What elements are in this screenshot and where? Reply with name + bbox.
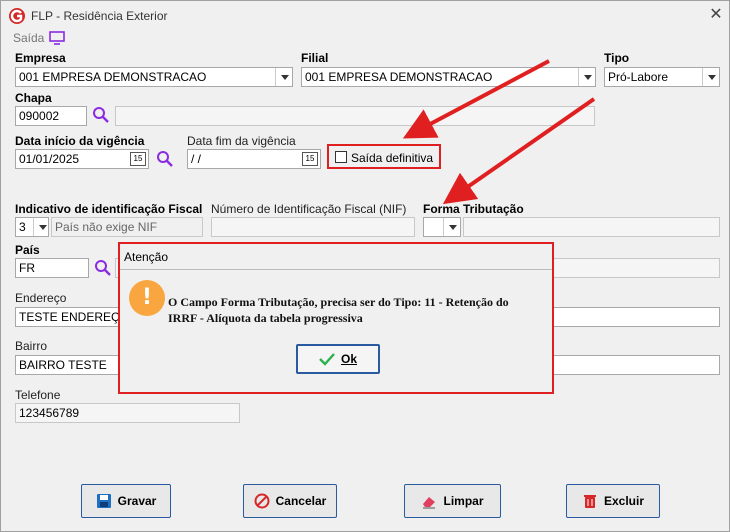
forma-tributacao-select[interactable] xyxy=(423,217,461,237)
search-icon[interactable] xyxy=(156,150,174,168)
tipo-label: Tipo xyxy=(604,51,630,65)
window-title: FLP - Residência Exterior xyxy=(31,9,168,23)
chevron-down-icon[interactable] xyxy=(33,218,48,236)
data-inicio-input[interactable]: 01/01/2025 15 xyxy=(15,149,149,169)
gravar-label: Gravar xyxy=(117,494,157,508)
filial-select[interactable]: 001 EMPRESA DEMONSTRACAO xyxy=(301,67,596,87)
chevron-down-icon[interactable] xyxy=(275,68,292,86)
excluir-button[interactable]: Excluir xyxy=(566,484,660,518)
calendar-icon[interactable]: 15 xyxy=(130,152,146,166)
chevron-down-icon[interactable] xyxy=(578,68,595,86)
saida-menu-label[interactable]: Saída xyxy=(13,31,44,45)
saida-definitiva-checkbox[interactable] xyxy=(335,151,347,163)
data-inicio-label: Data início da vigência xyxy=(15,134,145,148)
chapa-value: 090002 xyxy=(19,109,60,123)
data-inicio-value: 01/01/2025 xyxy=(19,152,80,166)
limpar-button[interactable]: Limpar xyxy=(404,484,501,518)
dialog-message: O Campo Forma Tributação, precisa ser do… xyxy=(168,295,509,325)
saida-definitiva-label: Saída definitiva xyxy=(351,151,434,165)
main-window: FLP - Residência Exterior ✕ Saída Empres… xyxy=(0,0,730,532)
tipo-value: Pró-Labore xyxy=(608,70,669,84)
chevron-down-icon[interactable] xyxy=(443,218,460,236)
endereco-label: Endereço xyxy=(15,291,67,305)
app-logo-icon xyxy=(9,8,25,24)
indicativo-label: Indicativo de identificação Fiscal xyxy=(15,202,203,216)
chapa-input[interactable]: 090002 xyxy=(15,106,87,126)
cancel-icon xyxy=(254,493,270,509)
cancelar-button[interactable]: Cancelar xyxy=(243,484,337,518)
ok-label: Ok xyxy=(340,352,357,366)
close-icon[interactable]: ✕ xyxy=(707,6,725,24)
empresa-value: 001 EMPRESA DEMONSTRACAO xyxy=(19,70,207,84)
dialog-title: Atenção xyxy=(124,250,169,264)
eraser-icon xyxy=(423,497,436,509)
endereco-value: TESTE ENDEREÇO xyxy=(19,310,130,324)
search-icon[interactable] xyxy=(94,259,112,277)
empresa-select[interactable]: 001 EMPRESA DEMONSTRACAO xyxy=(15,67,293,87)
floppy-disk-icon xyxy=(96,494,111,508)
data-fim-label: Data fim da vigência xyxy=(187,134,296,148)
telefone-label: Telefone xyxy=(15,388,61,402)
data-fim-input[interactable]: / / 15 xyxy=(187,149,321,169)
attention-dialog: Atenção ! O Campo Forma Tributação, prec… xyxy=(118,242,554,394)
calendar-icon[interactable]: 15 xyxy=(302,152,318,166)
dialog-title-bar: Atenção xyxy=(120,244,552,270)
empresa-label: Empresa xyxy=(15,51,66,65)
tipo-select[interactable]: Pró-Labore xyxy=(604,67,720,87)
warning-icon: ! xyxy=(129,280,165,316)
limpar-label: Limpar xyxy=(443,494,484,508)
pais-value: FR xyxy=(19,261,35,275)
forma-tributacao-desc xyxy=(463,217,720,237)
indicativo-select[interactable]: 3 xyxy=(15,217,49,237)
pais-label: País xyxy=(15,243,40,257)
bairro-label: Bairro xyxy=(15,339,48,353)
indicativo-desc-value: País não exige NIF xyxy=(55,220,158,234)
monitor-icon[interactable] xyxy=(49,31,65,45)
indicativo-code: 3 xyxy=(19,220,26,234)
pais-input[interactable]: FR xyxy=(15,258,89,278)
search-icon[interactable] xyxy=(92,106,110,124)
telefone-input[interactable]: 123456789 xyxy=(15,403,240,423)
ok-button[interactable]: Ok xyxy=(296,344,380,374)
telefone-value: 123456789 xyxy=(19,406,80,420)
data-fim-value: / / xyxy=(191,152,202,166)
cancelar-label: Cancelar xyxy=(275,494,327,508)
forma-tributacao-label: Forma Tributação xyxy=(423,202,524,216)
chapa-name-field xyxy=(115,106,595,126)
indicativo-desc: País não exige NIF xyxy=(51,217,203,237)
nif-input[interactable] xyxy=(211,217,415,237)
chapa-label: Chapa xyxy=(15,91,52,105)
trash-icon xyxy=(583,495,596,508)
checkmark-icon xyxy=(319,353,335,366)
excluir-label: Excluir xyxy=(603,494,645,508)
filial-label: Filial xyxy=(301,51,329,65)
chevron-down-icon[interactable] xyxy=(702,68,719,86)
filial-value: 001 EMPRESA DEMONSTRACAO xyxy=(305,70,493,84)
bairro-value: BAIRRO TESTE xyxy=(19,358,107,372)
gravar-button[interactable]: Gravar xyxy=(81,484,171,518)
title-bar: FLP - Residência Exterior ✕ xyxy=(1,1,729,31)
nif-label: Número de Identificação Fiscal (NIF) xyxy=(211,202,407,216)
